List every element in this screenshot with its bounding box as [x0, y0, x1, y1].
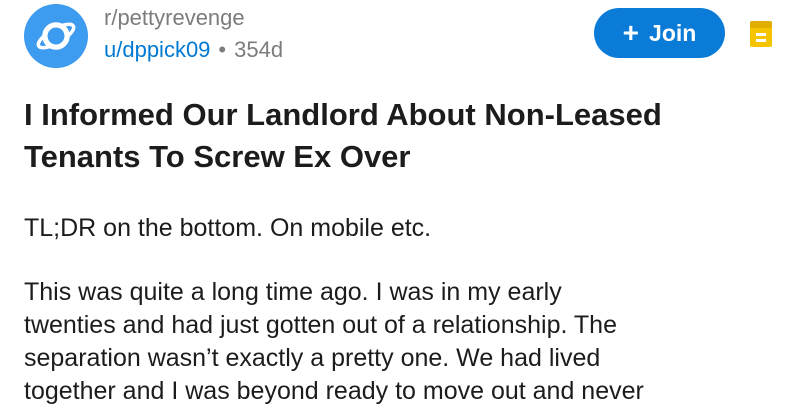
body-line: separation wasn’t exactly a pretty one. …	[24, 344, 601, 372]
post-meta: r/pettyrevenge u/dppick09 • 354d	[104, 4, 283, 65]
planet-icon	[36, 22, 76, 50]
join-button[interactable]: + Join	[594, 8, 725, 58]
save-icon[interactable]	[749, 20, 773, 48]
author-link[interactable]: u/dppick09	[104, 37, 210, 62]
post-age: 354d	[234, 37, 284, 62]
post-body: This was quite a long time ago. I was in…	[24, 276, 784, 408]
body-line: This was quite a long time ago. I was in…	[24, 278, 562, 306]
body-line: twenties and had just gotten out of a re…	[24, 311, 617, 339]
post-title[interactable]: I Informed Our Landlord About Non-Leased…	[24, 94, 784, 178]
subreddit-link[interactable]: r/pettyrevenge	[104, 4, 283, 32]
author-line: u/dppick09 • 354d	[104, 35, 283, 65]
plus-icon: +	[622, 17, 640, 48]
join-label: Join	[649, 19, 697, 46]
body-line: together and I was beyond ready to move …	[24, 377, 644, 405]
post-header: r/pettyrevenge u/dppick09 • 354d + Join	[0, 0, 800, 80]
post-tldr: TL;DR on the bottom. On mobile etc.	[24, 214, 432, 242]
separator-dot: •	[218, 37, 227, 62]
subreddit-avatar[interactable]	[24, 4, 88, 68]
